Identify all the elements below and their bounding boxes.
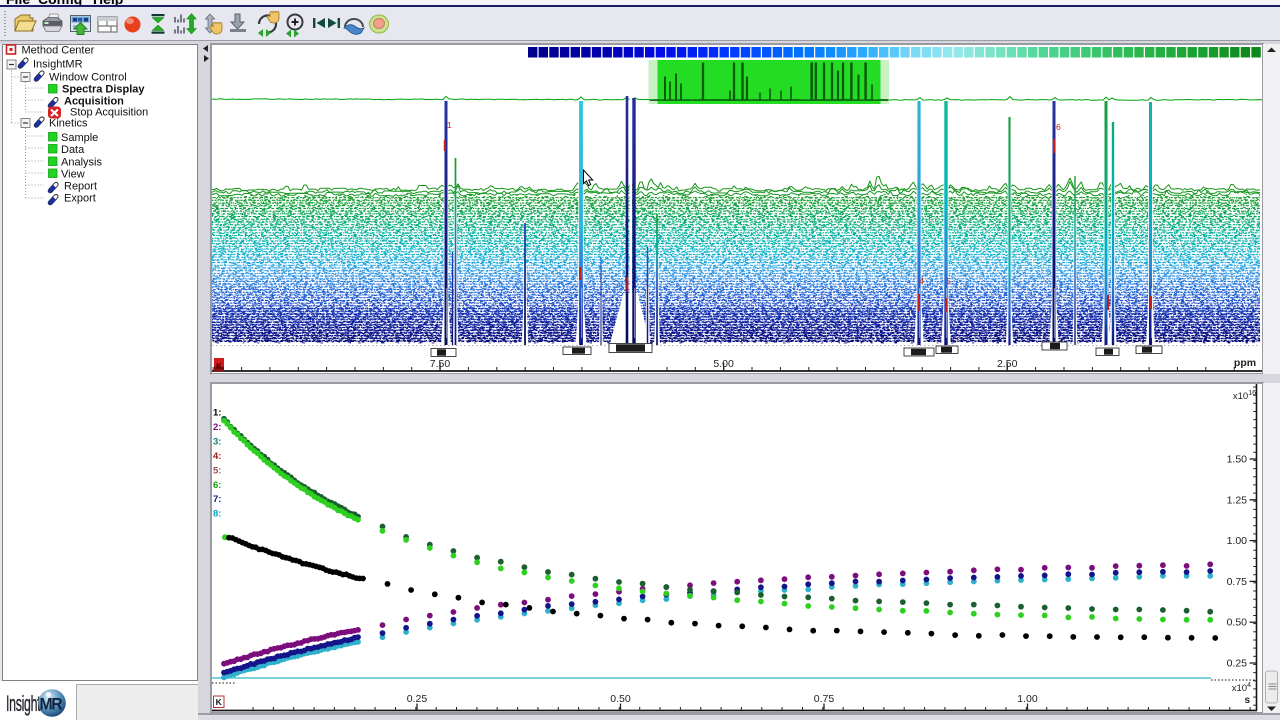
svg-text:0.75: 0.75 <box>814 693 835 705</box>
svg-text:1.00: 1.00 <box>1227 535 1248 547</box>
svg-text:s: s <box>1244 695 1250 706</box>
svg-text:0.25: 0.25 <box>407 693 428 705</box>
svg-text:6:: 6: <box>213 480 221 491</box>
svg-text:2:: 2: <box>213 422 221 433</box>
svg-text:1.25: 1.25 <box>1227 494 1248 506</box>
svg-text:4:: 4: <box>213 451 221 462</box>
svg-text:0.75: 0.75 <box>1227 576 1248 588</box>
svg-text:0.25: 0.25 <box>1227 658 1248 670</box>
svg-text:1:: 1: <box>213 408 221 419</box>
svg-text:1.00: 1.00 <box>1017 693 1038 705</box>
svg-text:0.50: 0.50 <box>610 693 631 705</box>
svg-text:1.50: 1.50 <box>1227 454 1248 466</box>
svg-text:x104: x104 <box>1232 682 1251 694</box>
svg-text:5:: 5: <box>213 465 221 476</box>
svg-text:x1016: x1016 <box>1233 390 1256 402</box>
svg-text:8:: 8: <box>213 509 221 520</box>
svg-text:0.50: 0.50 <box>1227 617 1248 629</box>
svg-text:K: K <box>216 697 223 707</box>
svg-text:3:: 3: <box>213 436 221 447</box>
svg-text:7:: 7: <box>213 494 221 505</box>
